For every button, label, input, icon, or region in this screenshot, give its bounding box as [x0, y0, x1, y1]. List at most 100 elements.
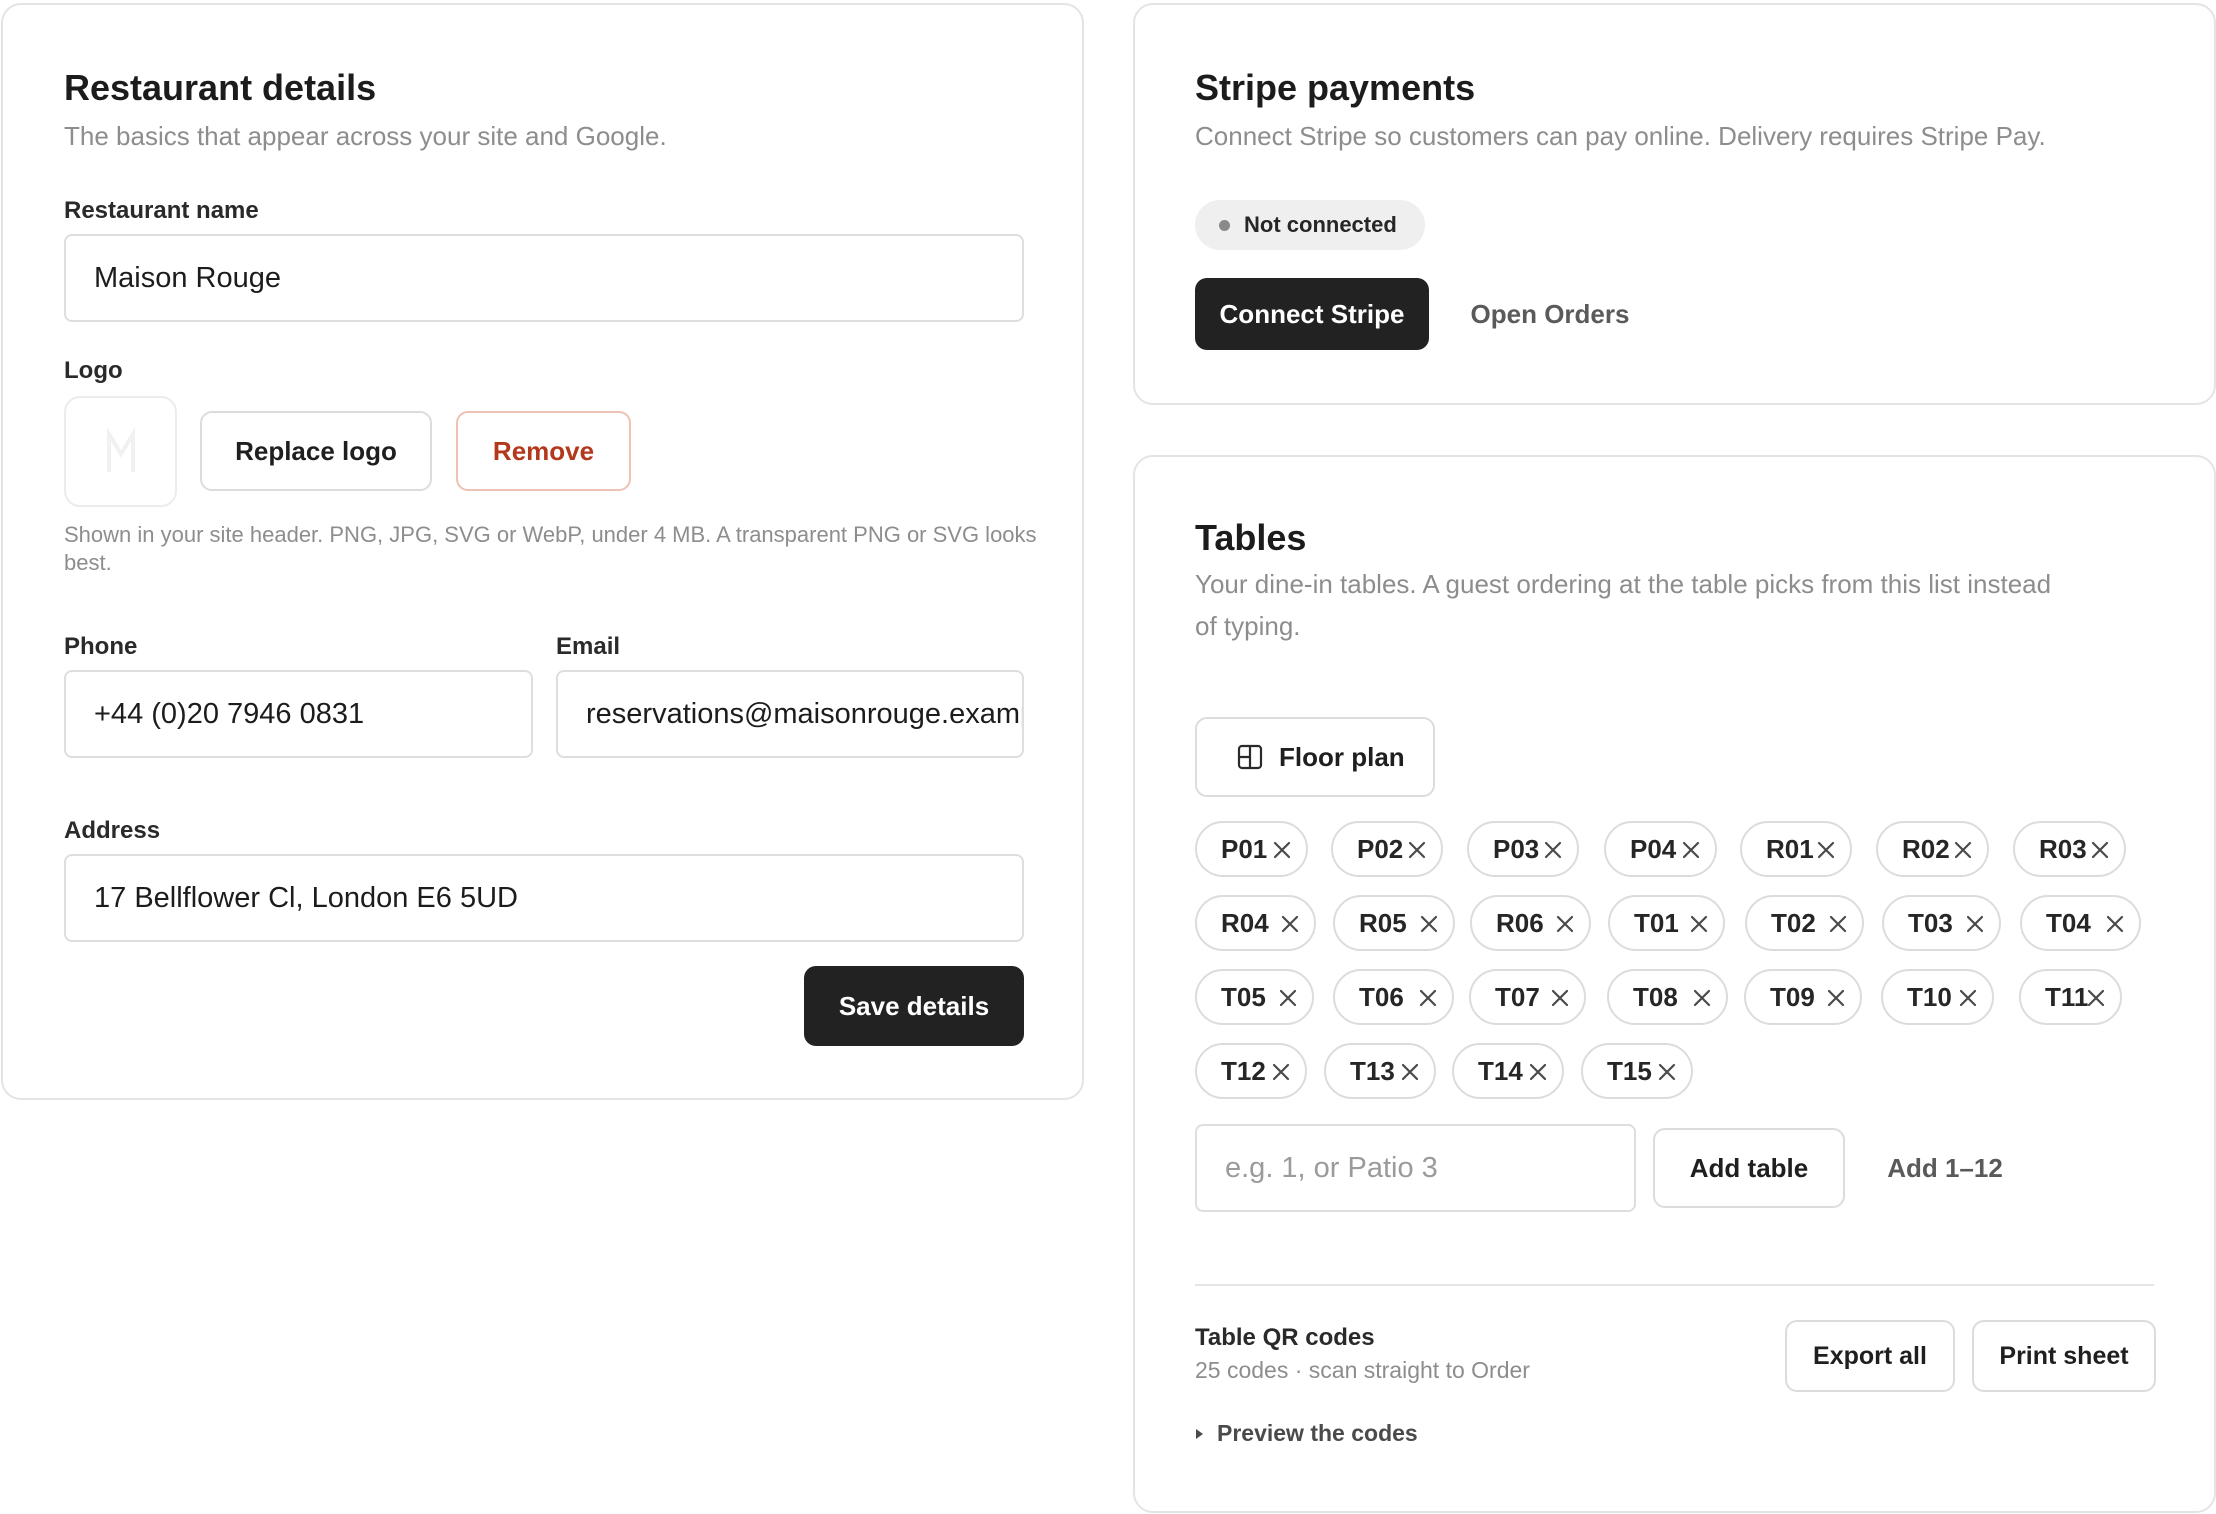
- restaurant-details-subtitle: The basics that appear across your site …: [64, 121, 667, 151]
- table-chip: T01: [1608, 895, 1725, 951]
- restaurant-details-title: Restaurant details: [64, 67, 377, 108]
- table-chip-label: T03: [1908, 907, 1953, 938]
- remove-table-icon[interactable]: [1406, 839, 1428, 861]
- remove-table-icon[interactable]: [1691, 987, 1713, 1009]
- table-chip: R01: [1740, 821, 1852, 877]
- table-chip: P04: [1604, 821, 1717, 877]
- remove-table-icon[interactable]: [1680, 839, 1702, 861]
- table-chip-label: T04: [2046, 907, 2091, 938]
- remove-table-icon[interactable]: [1825, 987, 1847, 1009]
- logo-help-text: Shown in your site header. PNG, JPG, SVG…: [64, 522, 1037, 575]
- remove-table-icon[interactable]: [1277, 987, 1299, 1009]
- table-chip: T08: [1607, 969, 1728, 1025]
- remove-table-icon[interactable]: [1418, 913, 1440, 935]
- remove-table-icon[interactable]: [1549, 987, 1571, 1009]
- tables-title: Tables: [1195, 517, 1307, 558]
- table-chip-label: T01: [1634, 907, 1679, 938]
- add-table-button[interactable]: Add table: [1653, 1128, 1845, 1208]
- table-chip: T04: [2020, 895, 2141, 951]
- table-chip-label: R06: [1496, 907, 1544, 938]
- status-dot-icon: [1219, 219, 1230, 231]
- email-label: Email: [556, 633, 621, 660]
- logo-preview: [64, 396, 177, 507]
- table-chip: R04: [1195, 895, 1316, 951]
- table-chip-label: T13: [1350, 1055, 1395, 1086]
- table-name-input[interactable]: e.g. 1, or Patio 3: [1195, 1124, 1636, 1212]
- add-range-link[interactable]: Add 1–12: [1865, 1128, 2025, 1208]
- table-chip-label: T08: [1633, 981, 1678, 1012]
- table-chip: R03: [2013, 821, 2126, 877]
- table-chip: T02: [1745, 895, 1864, 951]
- table-chip-label: T10: [1907, 981, 1952, 1012]
- floor-plan-button[interactable]: Floor plan: [1195, 717, 1435, 797]
- floor-plan-icon: [1237, 744, 1263, 770]
- remove-table-icon[interactable]: [1815, 839, 1837, 861]
- preview-codes-toggle[interactable]: Preview the codes: [1195, 1420, 1418, 1447]
- table-chip: T06: [1333, 969, 1454, 1025]
- export-all-button[interactable]: Export all: [1785, 1320, 1955, 1392]
- stripe-subtitle: Connect Stripe so customers can pay onli…: [1195, 121, 2046, 151]
- table-chip-label: T14: [1478, 1055, 1523, 1086]
- print-sheet-button[interactable]: Print sheet: [1972, 1320, 2156, 1392]
- table-chip-label: P02: [1357, 833, 1404, 864]
- logo-label: Logo: [64, 357, 123, 384]
- table-chip-label: R04: [1221, 907, 1269, 938]
- stripe-payments-card: Stripe payments Connect Stripe so custom…: [1133, 3, 2216, 405]
- save-details-button[interactable]: Save details: [804, 966, 1024, 1046]
- table-chip: T14: [1452, 1043, 1564, 1099]
- qr-codes-subtitle: 25 codes · scan straight to Order: [1195, 1357, 1530, 1383]
- phone-input[interactable]: +44 (0)20 7946 0831: [64, 670, 533, 758]
- table-chip-label: T11: [2045, 981, 2089, 1012]
- floor-plan-label: Floor plan: [1279, 741, 1405, 772]
- logo-placeholder-icon: [106, 426, 135, 472]
- table-chip: P03: [1467, 821, 1579, 877]
- phone-label: Phone: [64, 633, 138, 660]
- remove-table-icon[interactable]: [1554, 913, 1576, 935]
- restaurant-name-label: Restaurant name: [64, 197, 259, 224]
- remove-table-icon[interactable]: [1417, 987, 1439, 1009]
- remove-table-icon[interactable]: [2085, 987, 2107, 1009]
- remove-table-icon[interactable]: [1399, 1061, 1421, 1083]
- qr-codes-title: Table QR codes: [1195, 1324, 1375, 1351]
- table-chip-label: T07: [1495, 981, 1540, 1012]
- remove-table-icon[interactable]: [1688, 913, 1710, 935]
- table-chip: T12: [1195, 1043, 1307, 1099]
- address-input[interactable]: 17 Bellflower Cl, London E6 5UD: [64, 854, 1024, 942]
- table-chip: R06: [1470, 895, 1591, 951]
- remove-table-icon[interactable]: [1270, 1061, 1292, 1083]
- table-chip-label: T02: [1771, 907, 1816, 938]
- open-orders-link[interactable]: Open Orders: [1465, 278, 1635, 350]
- replace-logo-button[interactable]: Replace logo: [200, 411, 432, 491]
- remove-table-icon[interactable]: [1952, 839, 1974, 861]
- table-chip-label: R01: [1766, 833, 1814, 864]
- remove-table-icon[interactable]: [1964, 913, 1986, 935]
- stripe-status-text: Not connected: [1244, 212, 1397, 237]
- section-divider: [1195, 1284, 2154, 1286]
- remove-logo-button[interactable]: Remove: [456, 411, 631, 491]
- table-chip: T11: [2019, 969, 2122, 1025]
- remove-table-icon[interactable]: [1827, 913, 1849, 935]
- remove-table-icon[interactable]: [1527, 1061, 1549, 1083]
- restaurant-name-input[interactable]: Maison Rouge: [64, 234, 1024, 322]
- tables-subtitle-line1: Your dine-in tables. A guest ordering at…: [1195, 569, 2052, 599]
- table-chip: R05: [1333, 895, 1455, 951]
- remove-table-icon[interactable]: [1957, 987, 1979, 1009]
- tables-card: Tables Your dine-in tables. A guest orde…: [1133, 455, 2216, 1513]
- remove-table-icon[interactable]: [1542, 839, 1564, 861]
- stripe-title: Stripe payments: [1195, 67, 1476, 108]
- table-chip-label: T15: [1607, 1055, 1652, 1086]
- stripe-status-badge: Not connected: [1195, 200, 1425, 250]
- table-chip-label: R02: [1902, 833, 1950, 864]
- remove-table-icon[interactable]: [2104, 913, 2126, 935]
- table-chip: T03: [1882, 895, 2001, 951]
- remove-table-icon[interactable]: [2089, 839, 2111, 861]
- remove-table-icon[interactable]: [1271, 839, 1293, 861]
- table-chip: T15: [1581, 1043, 1693, 1099]
- remove-table-icon[interactable]: [1656, 1061, 1678, 1083]
- remove-table-icon[interactable]: [1279, 913, 1301, 935]
- email-input[interactable]: reservations@maisonrouge.example: [556, 670, 1024, 758]
- tables-subtitle-line2: of typing.: [1195, 611, 1301, 641]
- table-chip-label: T06: [1359, 981, 1404, 1012]
- connect-stripe-button[interactable]: Connect Stripe: [1195, 278, 1429, 350]
- table-chip: T05: [1195, 969, 1314, 1025]
